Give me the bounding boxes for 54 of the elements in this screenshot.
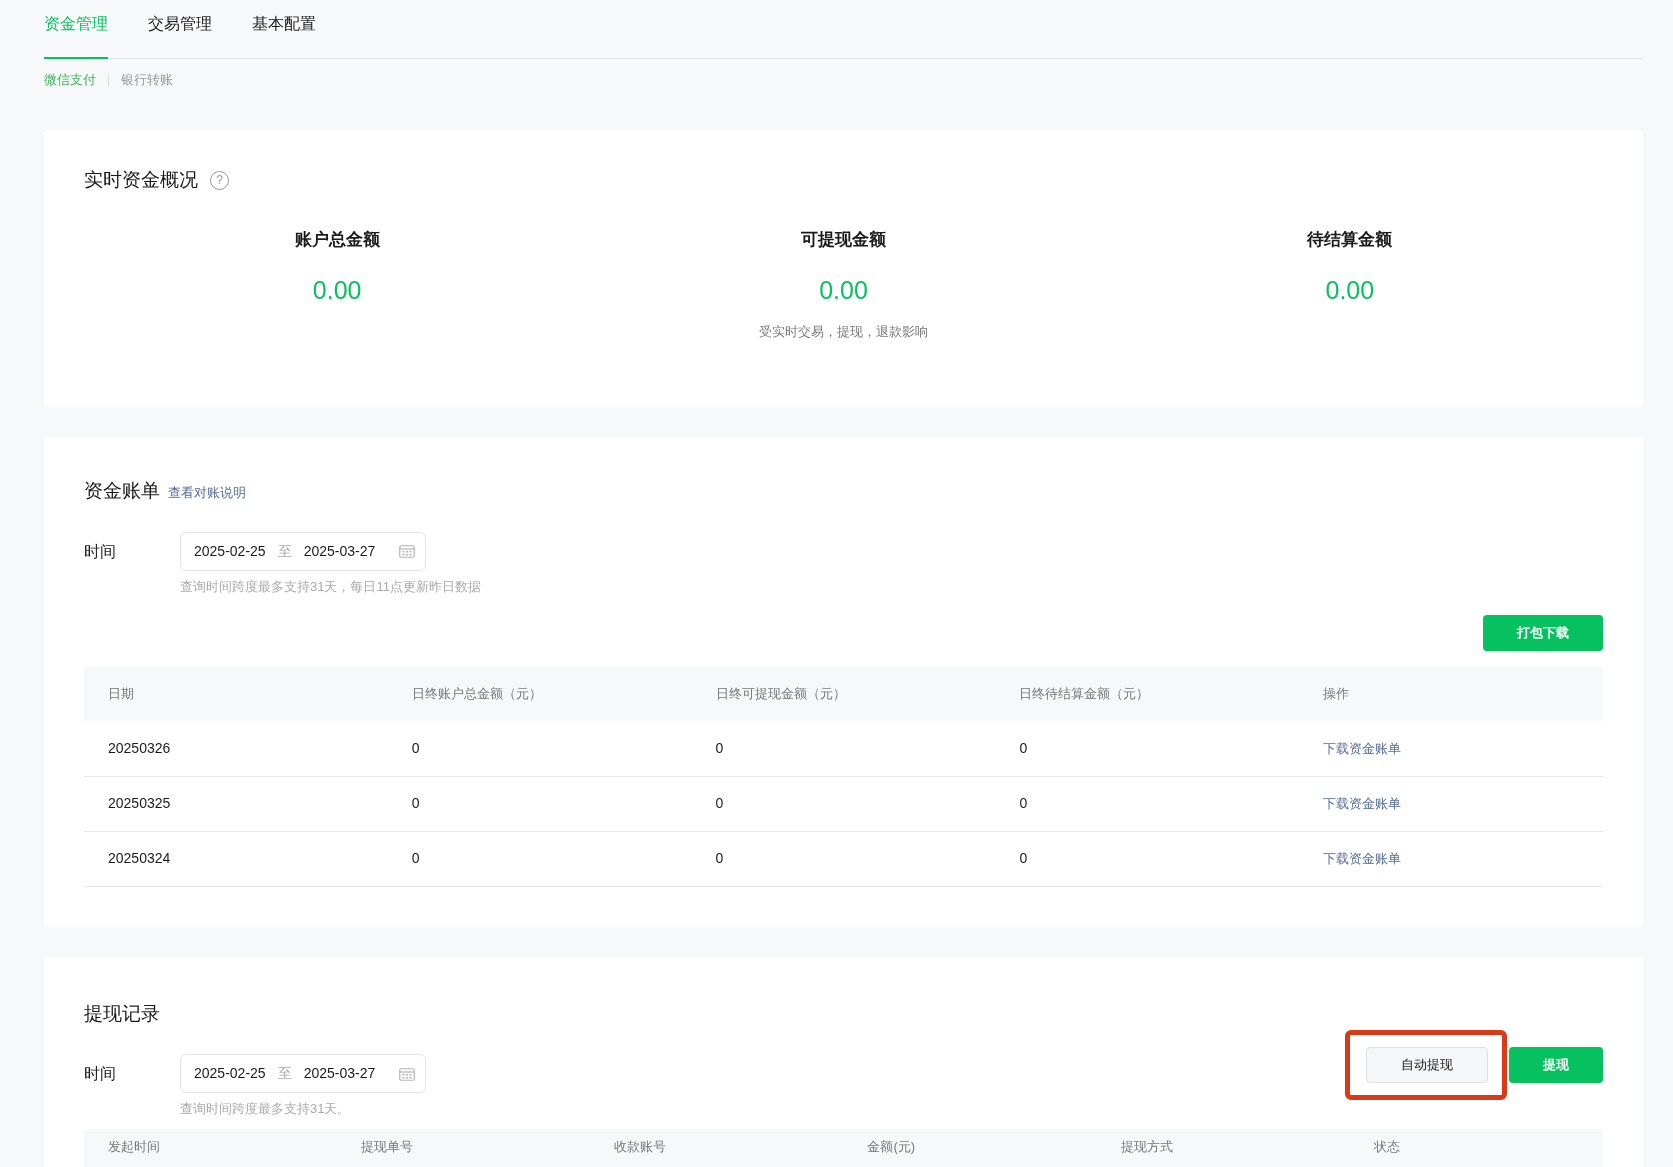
download-link[interactable]: 下载资金账单 [1323, 740, 1402, 756]
start-date: 2025-02-25 [194, 1064, 266, 1083]
table-cell: 0 [691, 776, 996, 831]
download-link[interactable]: 下载资金账单 [1323, 851, 1402, 866]
amount-note: 受实时交易，提现，退款影响 [759, 322, 928, 341]
calendar-icon [399, 544, 415, 558]
section-title: 实时资金概况 [84, 168, 198, 192]
table-cell: 0 [387, 776, 692, 831]
amount-value: 0.00 [312, 275, 362, 306]
download-link[interactable]: 下载资金账单 [1323, 796, 1402, 811]
amount-value: 0.00 [1325, 275, 1375, 306]
table-cell: 0 [691, 721, 996, 776]
section-title: 资金账单 [84, 479, 160, 503]
column-header: 日终可提现金额（元） [691, 667, 996, 721]
end-date: 2025-03-27 [303, 541, 376, 561]
date-range-field[interactable]: 2025-02-25 至 2025-03-27 [180, 531, 426, 571]
column-header: 状态 [1349, 1128, 1603, 1167]
section-title: 提现记录 [84, 1001, 161, 1026]
column-header: 日终账户总金额（元） [387, 667, 692, 721]
table-cell: 20250326 [84, 721, 388, 776]
date-range-field[interactable]: 2025-02-25 至 2025-03-27 [180, 1054, 426, 1093]
column-header: 操作 [1299, 667, 1603, 721]
table-cell: 0 [387, 831, 692, 886]
amount-label: 可提现金额 [801, 228, 886, 251]
column-header: 日期 [84, 667, 388, 721]
tab[interactable]: 基本配置 [252, 0, 316, 59]
column-header: 收款账号 [590, 1128, 844, 1167]
calendar-icon [399, 1066, 415, 1081]
filter-label: 时间 [84, 541, 117, 562]
tab[interactable]: 交易管理 [148, 0, 212, 59]
filter-label: 时间 [84, 1064, 117, 1084]
table-cell: 0 [387, 721, 692, 776]
table-cell: 0 [995, 721, 1300, 776]
table-cell: 0 [995, 776, 1300, 831]
table-cell: 0 [995, 831, 1300, 886]
amount-value: 0.00 [819, 275, 868, 306]
column-header: 提现单号 [337, 1128, 591, 1167]
table-cell: 0 [691, 831, 996, 886]
secondary-button[interactable]: 自动提现 [1366, 1047, 1488, 1083]
amount-label: 待结算金额 [1307, 228, 1393, 251]
column-header: 金额(元) [843, 1128, 1097, 1167]
filter-hint: 查询时间跨度最多支持31天。 [180, 1100, 352, 1118]
help-link[interactable]: 查看对账说明 [168, 483, 246, 503]
filter-hint: 查询时间跨度最多支持31天，每日11点更新昨日数据 [180, 577, 481, 596]
column-header: 提现方式 [1096, 1128, 1350, 1167]
column-header: 发起时间 [84, 1128, 338, 1167]
table-cell: 20250325 [84, 776, 388, 831]
range-separator: 至 [277, 541, 292, 561]
end-date: 2025-03-27 [303, 1064, 376, 1083]
amount-label: 账户总金额 [294, 228, 380, 251]
table-cell: 20250324 [84, 831, 388, 886]
range-separator: 至 [277, 1064, 292, 1083]
column-header: 日终待结算金额（元） [995, 667, 1300, 721]
start-date: 2025-02-25 [194, 541, 266, 561]
